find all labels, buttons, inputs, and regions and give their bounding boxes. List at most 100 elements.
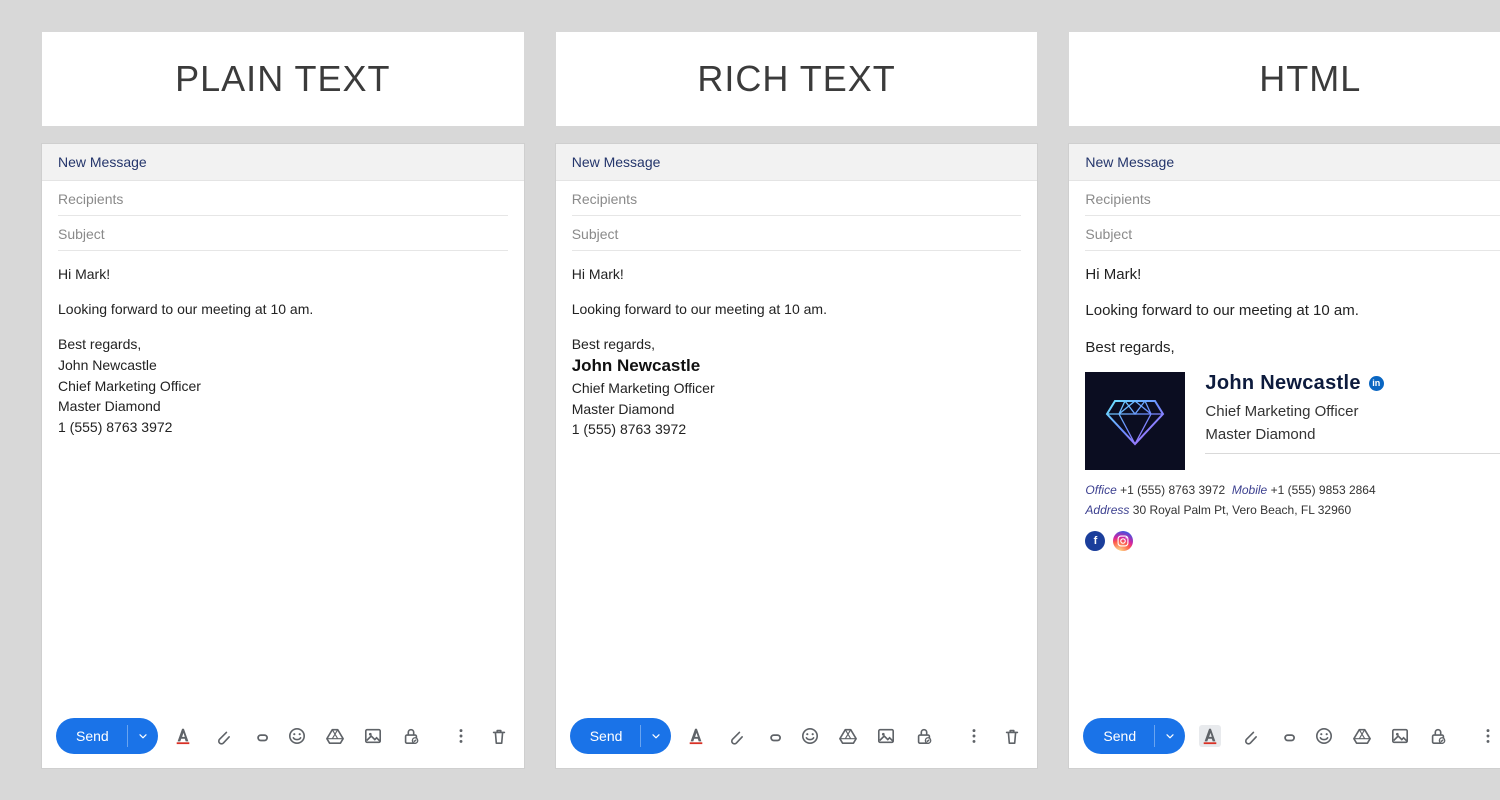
message-body[interactable]: Hi Mark! Looking forward to our meeting …: [42, 251, 524, 708]
image-icon: [364, 727, 382, 745]
more-vertical-icon: [965, 727, 983, 745]
column-rich-text: RICH TEXT New Message Recipients Subject…: [556, 32, 1038, 768]
insert-drive-button[interactable]: [1351, 725, 1373, 747]
recipients-field[interactable]: Recipients: [572, 181, 1022, 216]
lock-clock-icon: [1429, 727, 1447, 745]
recipients-field[interactable]: Recipients: [58, 181, 508, 216]
confidential-mode-button[interactable]: [913, 725, 935, 747]
emoji-icon: [1315, 727, 1333, 745]
compose-title: New Message: [42, 144, 524, 181]
caret-down-icon: [1164, 730, 1176, 742]
compose-toolbar: Send: [556, 708, 1038, 768]
sig-phone: 1 (555) 8763 3972: [58, 418, 508, 437]
confidential-mode-button[interactable]: [400, 725, 422, 747]
insert-image-button[interactable]: [875, 725, 897, 747]
more-options-button[interactable]: [1477, 725, 1499, 747]
subject-field[interactable]: Subject: [58, 216, 508, 251]
sig-title: Chief Marketing Officer: [572, 379, 1022, 398]
insert-emoji-button[interactable]: [286, 725, 308, 747]
more-vertical-icon: [452, 727, 470, 745]
body-greeting: Hi Mark!: [572, 265, 1022, 284]
insert-link-button[interactable]: [761, 725, 783, 747]
column-heading: HTML: [1069, 32, 1500, 126]
diamond-icon: [1105, 396, 1165, 446]
send-button[interactable]: Send: [56, 718, 158, 754]
insert-image-button[interactable]: [362, 725, 384, 747]
paperclip-icon: [1239, 727, 1257, 745]
mobile-label: Mobile: [1232, 483, 1267, 497]
discard-draft-button[interactable]: [1001, 725, 1023, 747]
drive-icon: [1353, 727, 1371, 745]
sig-company: Master Diamond: [572, 400, 1022, 419]
insert-drive-button[interactable]: [324, 725, 346, 747]
attach-file-button[interactable]: [1237, 725, 1259, 747]
attach-file-button[interactable]: [723, 725, 745, 747]
column-plain-text: PLAIN TEXT New Message Recipients Subjec…: [42, 32, 524, 768]
sig-phone: 1 (555) 8763 3972: [572, 420, 1022, 439]
insert-emoji-button[interactable]: [799, 725, 821, 747]
image-icon: [1391, 727, 1409, 745]
formatting-options-button[interactable]: [1199, 725, 1221, 747]
subject-field[interactable]: Subject: [572, 216, 1022, 251]
attach-file-button[interactable]: [210, 725, 232, 747]
text-format-icon: [174, 727, 192, 745]
compose-window-plain: New Message Recipients Subject Hi Mark! …: [42, 144, 524, 768]
compose-title: New Message: [556, 144, 1038, 181]
text-format-icon: [1201, 727, 1219, 745]
subject-field[interactable]: Subject: [1085, 216, 1500, 251]
body-closing: Best regards,: [1085, 338, 1500, 358]
drive-icon: [326, 727, 344, 745]
signature-contact-info: Office +1 (555) 8763 3972 Mobile +1 (555…: [1085, 480, 1500, 521]
drive-icon: [839, 727, 857, 745]
more-options-button[interactable]: [963, 725, 985, 747]
paperclip-icon: [725, 727, 743, 745]
column-heading: PLAIN TEXT: [42, 32, 524, 126]
trash-icon: [490, 727, 508, 745]
more-options-button[interactable]: [450, 725, 472, 747]
send-button[interactable]: Send: [1083, 718, 1185, 754]
trash-icon: [1003, 727, 1021, 745]
linkedin-icon[interactable]: in: [1369, 376, 1384, 391]
insert-link-button[interactable]: [1275, 725, 1297, 747]
send-button[interactable]: Send: [570, 718, 672, 754]
signature-card: John Newcastle in Chief Marketing Office…: [1085, 372, 1500, 470]
insert-image-button[interactable]: [1389, 725, 1411, 747]
body-line-1: Looking forward to our meeting at 10 am.: [572, 300, 1022, 319]
send-button-main[interactable]: Send: [570, 718, 641, 754]
confidential-mode-button[interactable]: [1427, 725, 1449, 747]
discard-draft-button[interactable]: [488, 725, 510, 747]
send-button-main[interactable]: Send: [56, 718, 127, 754]
column-heading: RICH TEXT: [556, 32, 1038, 126]
more-vertical-icon: [1479, 727, 1497, 745]
address-label: Address: [1085, 503, 1129, 517]
insert-emoji-button[interactable]: [1313, 725, 1335, 747]
instagram-icon[interactable]: [1113, 531, 1133, 551]
send-options-dropdown[interactable]: [128, 718, 158, 754]
facebook-icon[interactable]: f: [1085, 531, 1105, 551]
signature-social-row: f: [1085, 531, 1500, 551]
insert-link-button[interactable]: [248, 725, 270, 747]
compose-toolbar: Send: [42, 708, 524, 768]
link-icon: [250, 727, 268, 745]
column-html: HTML New Message Recipients Subject Hi M…: [1069, 32, 1500, 768]
message-body[interactable]: Hi Mark! Looking forward to our meeting …: [1069, 251, 1500, 708]
insert-drive-button[interactable]: [837, 725, 859, 747]
sig-name: John Newcastle: [572, 356, 1022, 376]
send-options-dropdown[interactable]: [1155, 718, 1185, 754]
caret-down-icon: [137, 730, 149, 742]
formatting-options-button[interactable]: [172, 725, 194, 747]
sig-title: Chief Marketing Officer: [58, 377, 508, 396]
send-button-main[interactable]: Send: [1083, 718, 1154, 754]
mobile-phone: +1 (555) 9853 2864: [1271, 483, 1376, 497]
sig-title: Chief Marketing Officer: [1205, 403, 1500, 420]
message-body[interactable]: Hi Mark! Looking forward to our meeting …: [556, 251, 1038, 708]
compose-toolbar: Send: [1069, 708, 1500, 768]
image-icon: [877, 727, 895, 745]
signature-logo: [1085, 372, 1185, 470]
recipients-field[interactable]: Recipients: [1085, 181, 1500, 216]
send-options-dropdown[interactable]: [641, 718, 671, 754]
link-icon: [1277, 727, 1295, 745]
formatting-options-button[interactable]: [685, 725, 707, 747]
body-closing: Best regards,: [572, 335, 1022, 354]
paperclip-icon: [212, 727, 230, 745]
